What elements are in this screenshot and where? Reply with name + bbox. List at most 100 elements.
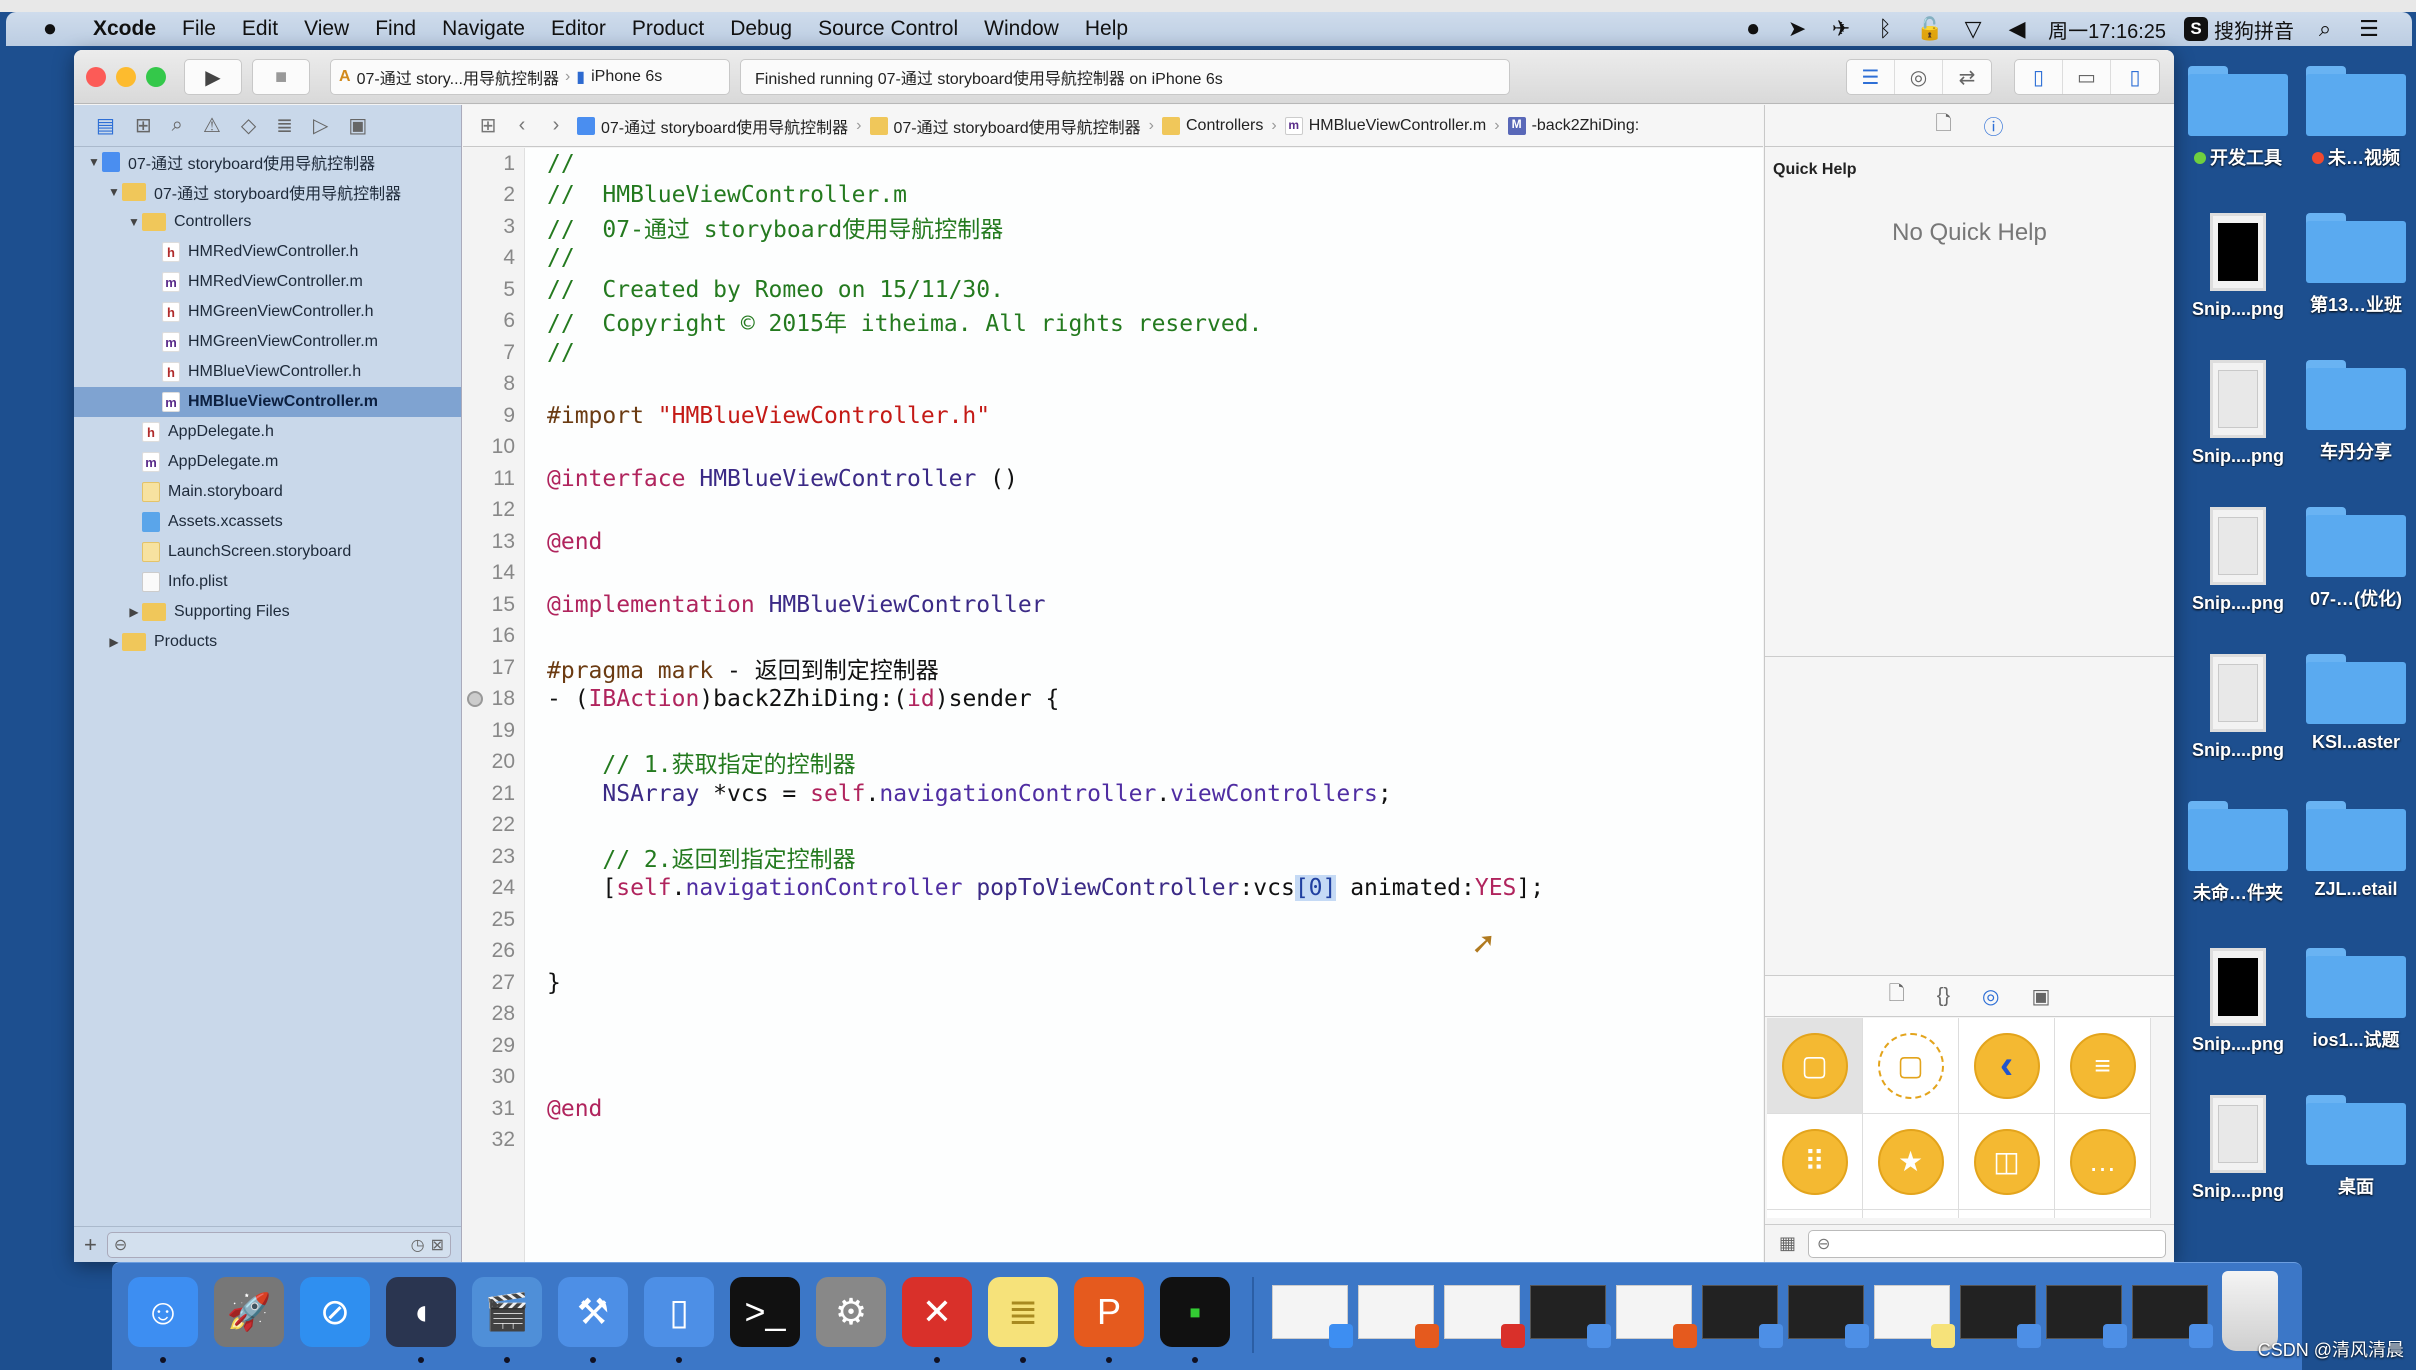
terminal-dock-icon[interactable]: >_ <box>730 1277 800 1347</box>
code-snippet-library-tab-icon[interactable]: {} <box>1937 985 1950 1008</box>
scheme-selector[interactable]: A 07-通过 story...用导航控制器 › ▮ iPhone 6s <box>330 59 730 95</box>
forward-button[interactable]: › <box>543 114 569 137</box>
navigator-filter-input[interactable]: ⊖ ◷ ⊠ <box>106 1231 451 1258</box>
code-line[interactable]: 31 @end <box>463 1093 1763 1125</box>
test-navigator-tab-icon[interactable]: ◇ <box>241 113 256 138</box>
system-preferences-dock-icon[interactable]: ⚙ <box>816 1277 886 1347</box>
minimized-window-thumbnail[interactable] <box>1444 1285 1525 1348</box>
source-editor[interactable]: 1 // 2 // HMBlueViewController.m 3 // 07-通过 s… <box>463 148 1763 1262</box>
issue-navigator-tab-icon[interactable]: ⚠ <box>203 113 221 138</box>
finder-dock-icon[interactable]: ☺ <box>128 1277 198 1347</box>
code-line[interactable]: 21 NSArray *vcs = self.navigationControl… <box>463 778 1763 810</box>
input-method-menu[interactable]: S 搜狗拼音 <box>2184 15 2294 44</box>
minimized-window-thumbnail[interactable] <box>1960 1285 2041 1348</box>
zoom-window-button[interactable] <box>146 67 166 87</box>
code-line[interactable]: 22 <box>463 810 1763 842</box>
menu-app-name[interactable]: Xcode <box>80 17 169 41</box>
file-tree-item[interactable]: Info.plist <box>74 567 461 597</box>
desktop-item[interactable]: 未命…件夹 <box>2178 801 2298 905</box>
xmind-dock-icon[interactable]: ✕ <box>902 1277 972 1347</box>
breadcrumb-group[interactable]: 07-通过 storyboard使用导航控制器 <box>869 114 1141 138</box>
desktop-item[interactable]: 车丹分享 <box>2296 360 2416 464</box>
code-line[interactable]: 17 #pragma mark - 返回到制定控制器 <box>463 652 1763 684</box>
library-item-tab-bar-controller[interactable]: ★ <box>1863 1114 1959 1210</box>
menu-find[interactable]: Find <box>362 17 429 41</box>
code-line[interactable]: 24 [self.navigationController popToViewC… <box>463 873 1763 905</box>
related-items-icon[interactable]: ⊞ <box>475 113 501 138</box>
library-item-av-player-view-controller[interactable]: ▶ <box>1863 1210 1959 1218</box>
debug-navigator-tab-icon[interactable]: ≣ <box>276 113 293 138</box>
code-line[interactable]: 23 // 2.返回到指定控制器 <box>463 841 1763 873</box>
library-item-page-view-controller[interactable]: … <box>2055 1114 2151 1210</box>
code-line[interactable]: 12 <box>463 495 1763 527</box>
code-line[interactable]: 28 <box>463 999 1763 1031</box>
code-line[interactable]: 2 // HMBlueViewController.m <box>463 180 1763 212</box>
location-icon[interactable]: ➤ <box>1784 16 1810 42</box>
menu-view[interactable]: View <box>291 17 362 41</box>
desktop-item[interactable]: Snip....png <box>2178 507 2298 614</box>
library-item-view-controller[interactable]: ▢ <box>1767 1018 1863 1114</box>
back-button[interactable]: ‹ <box>509 114 535 137</box>
safari-dock-icon[interactable]: ⊘ <box>300 1277 370 1347</box>
menu-editor[interactable]: Editor <box>538 17 619 41</box>
lock-icon[interactable]: 🔓 <box>1916 16 1943 42</box>
version-editor-button[interactable]: ⇄ <box>1943 60 1991 94</box>
library-item-table-view-controller[interactable]: ≡ <box>2055 1018 2151 1114</box>
standard-editor-button[interactable]: ☰ <box>1847 60 1895 94</box>
file-tree-item[interactable]: ▼ Controllers <box>74 207 461 237</box>
file-tree-item[interactable]: LaunchScreen.storyboard <box>74 537 461 567</box>
code-line[interactable]: 9 #import "HMBlueViewController.h" <box>463 400 1763 432</box>
code-line[interactable]: 32 <box>463 1125 1763 1157</box>
disclosure-expanded-icon[interactable]: ▼ <box>86 155 102 169</box>
notes-dock-icon[interactable]: ≣ <box>988 1277 1058 1347</box>
code-line[interactable]: 4 // <box>463 243 1763 275</box>
minimized-window-thumbnail[interactable] <box>1358 1285 1439 1348</box>
library-filter-input[interactable]: ⊖ <box>1808 1229 2166 1258</box>
toggle-debug-area-button[interactable]: ▭ <box>2063 60 2111 94</box>
disclosure-collapsed-icon[interactable]: ▶ <box>106 635 122 649</box>
notification-center-icon[interactable]: ☰ <box>2356 16 2382 42</box>
quick-help-inspector-tab-icon[interactable]: ⓘ <box>1984 111 2004 140</box>
library-item-glkit-view-controller[interactable]: ● <box>1767 1210 1863 1218</box>
desktop-item[interactable]: Snip....png <box>2178 360 2298 467</box>
report-navigator-tab-icon[interactable]: ▣ <box>348 113 367 138</box>
desktop-item[interactable]: KSI...aster <box>2296 654 2416 753</box>
file-tree-item[interactable]: Assets.xcassets <box>74 507 461 537</box>
file-inspector-tab-icon[interactable]: 🗋 <box>1935 109 1951 143</box>
code-line[interactable]: 18- (IBAction)back2ZhiDing:(id)sender { <box>463 684 1763 716</box>
media-library-tab-icon[interactable]: ▣ <box>2032 984 2051 1009</box>
library-item-split-view-controller[interactable]: ◫ <box>1959 1114 2055 1210</box>
object-library-tab-icon[interactable]: ◎ <box>1982 984 1999 1009</box>
file-template-library-tab-icon[interactable]: 🗋 <box>1889 979 1905 1013</box>
desktop-item[interactable]: ZJL...etail <box>2296 801 2416 900</box>
code-line[interactable]: 7 // <box>463 337 1763 369</box>
xcode-dock-icon[interactable]: ⚒ <box>558 1277 628 1347</box>
code-line[interactable]: 16 <box>463 621 1763 653</box>
menu-debug[interactable]: Debug <box>717 17 805 41</box>
disclosure-expanded-icon[interactable]: ▼ <box>106 185 122 199</box>
menu-file[interactable]: File <box>169 17 229 41</box>
launchpad-dock-icon[interactable]: 🚀 <box>214 1277 284 1347</box>
code-line[interactable]: 1 // <box>463 148 1763 180</box>
simulator-dock-icon[interactable]: ▯ <box>644 1277 714 1347</box>
breadcrumb-project[interactable]: 07-通过 storyboard使用导航控制器 <box>577 114 848 138</box>
code-line[interactable]: 10 <box>463 432 1763 464</box>
code-line[interactable]: 19 <box>463 715 1763 747</box>
file-tree-item[interactable]: ▼ 07-通过 storyboard使用导航控制器 <box>74 147 461 177</box>
code-line[interactable]: 30 <box>463 1062 1763 1094</box>
desktop-item[interactable]: Snip....png <box>2178 948 2298 1055</box>
minimize-window-button[interactable] <box>116 67 136 87</box>
keynote-p-dock-icon[interactable]: P <box>1074 1277 1144 1347</box>
file-tree-item[interactable]: ▶ Supporting Files <box>74 597 461 627</box>
file-tree-item[interactable]: m HMBlueViewController.m <box>74 387 461 417</box>
minimized-window-thumbnail[interactable] <box>1272 1285 1353 1348</box>
wifi-icon[interactable]: ▽ <box>1960 16 1986 42</box>
breadcrumb-method[interactable]: M -back2ZhiDing: <box>1507 116 1639 135</box>
disclosure-collapsed-icon[interactable]: ▶ <box>126 605 142 619</box>
run-button[interactable]: ▶ <box>184 59 242 95</box>
mouse-app-dock-icon[interactable]: ◖ <box>386 1277 456 1347</box>
menu-help[interactable]: Help <box>1072 17 1141 41</box>
code-line[interactable]: 14 <box>463 558 1763 590</box>
breadcrumb-controllers[interactable]: Controllers <box>1162 116 1263 135</box>
desktop-item[interactable]: 07-…(优化) <box>2296 507 2416 611</box>
